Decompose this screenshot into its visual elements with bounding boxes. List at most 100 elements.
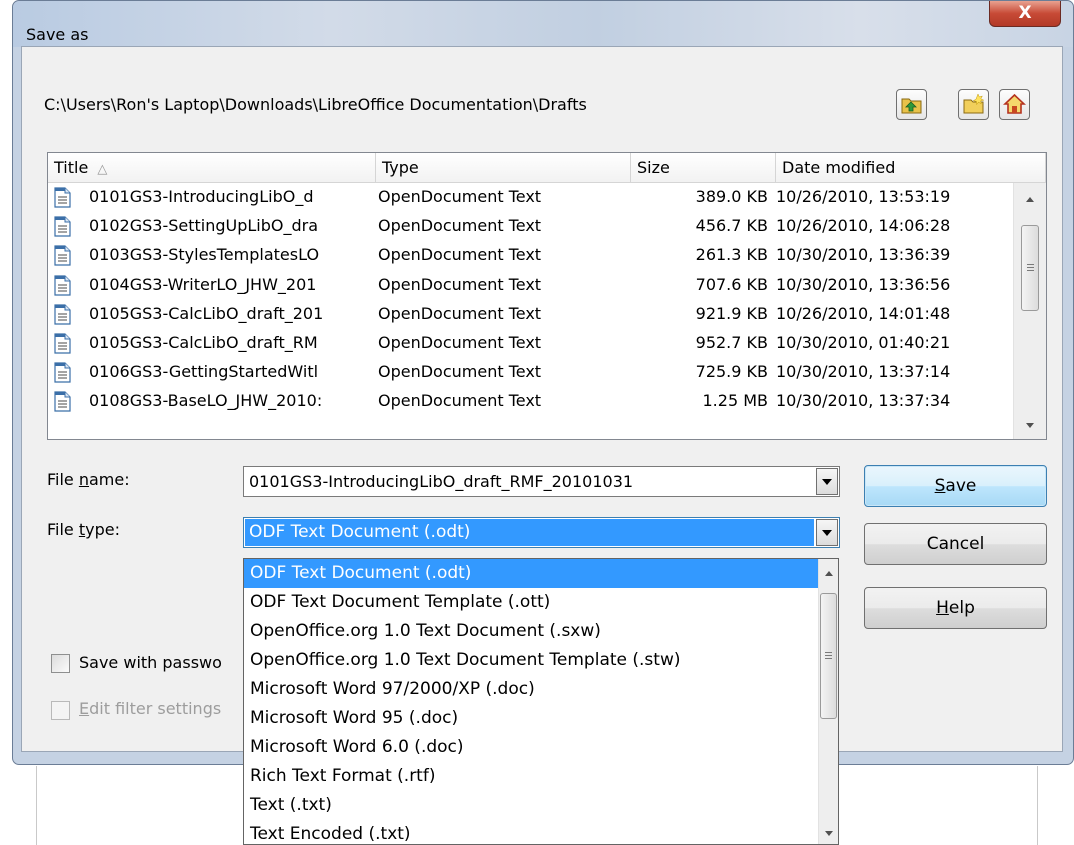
home-icon bbox=[1003, 93, 1026, 114]
file-list[interactable]: Title △ Type Size Date modified 0101GS3-… bbox=[47, 152, 1047, 440]
save-button[interactable]: Save bbox=[864, 465, 1047, 507]
save-with-password-label[interactable]: Save with passwo bbox=[79, 653, 222, 672]
file-row[interactable]: 0106GS3-GettingStartedWitl OpenDocument T… bbox=[48, 358, 1013, 386]
scrollbar-thumb[interactable] bbox=[820, 593, 837, 719]
file-type-option[interactable]: Rich Text Format (.rtf) bbox=[244, 762, 818, 791]
file-type: OpenDocument Text bbox=[378, 391, 542, 411]
file-row[interactable]: 0104GS3-WriterLO_JHW_201 OpenDocument Tex… bbox=[48, 271, 1013, 299]
file-title: 0104GS3-WriterLO_JHW_201 bbox=[89, 274, 317, 294]
file-type-dropdown-button[interactable] bbox=[816, 519, 838, 546]
file-date-modified: 10/30/2010, 13:36:56 bbox=[776, 274, 951, 294]
file-title: 0102GS3-SettingUpLibO_dra bbox=[89, 216, 319, 236]
close-button[interactable]: X bbox=[989, 1, 1061, 27]
sort-ascending-icon: △ bbox=[97, 162, 108, 177]
save-with-password-checkbox[interactable] bbox=[51, 654, 70, 673]
file-list-scrollbar[interactable] bbox=[1013, 183, 1046, 439]
file-size: 725.9 KB bbox=[695, 362, 768, 382]
file-date-modified: 10/26/2010, 13:53:19 bbox=[776, 187, 951, 206]
file-size: 921.9 KB bbox=[695, 303, 768, 323]
dialog-title: Save as bbox=[26, 25, 89, 44]
file-type: OpenDocument Text bbox=[378, 303, 542, 323]
file-row[interactable]: 0105GS3-CalcLibO_draft_201 OpenDocument T… bbox=[48, 300, 1013, 328]
file-type: OpenDocument Text bbox=[378, 216, 542, 236]
file-row[interactable]: 0105GS3-CalcLibO_draft_RM OpenDocument Te… bbox=[48, 329, 1013, 357]
file-size: 952.7 KB bbox=[695, 333, 768, 352]
file-type-option[interactable]: ODF Text Document (.odt) bbox=[244, 559, 818, 588]
document-icon bbox=[54, 245, 71, 266]
file-type-option[interactable]: OpenOffice.org 1.0 Text Document (.sxw) bbox=[244, 617, 818, 646]
scroll-up-icon[interactable] bbox=[1026, 197, 1034, 202]
file-title: 0106GS3-GettingStartedWitl bbox=[89, 362, 319, 382]
scroll-up-icon[interactable] bbox=[824, 571, 833, 576]
file-name-combo[interactable]: 0101GS3-IntroducingLibO_draft_RMF_201010… bbox=[243, 466, 840, 497]
file-title: 0101GS3-IntroducingLibO_d bbox=[89, 187, 314, 206]
column-header-title[interactable]: Title △ bbox=[48, 153, 376, 183]
file-size: 261.3 KB bbox=[695, 245, 768, 265]
chevron-down-icon bbox=[822, 479, 832, 485]
file-type-value: ODF Text Document (.odt) bbox=[249, 522, 471, 542]
file-date-modified: 10/30/2010, 13:37:34 bbox=[776, 391, 951, 411]
file-type: OpenDocument Text bbox=[378, 187, 542, 206]
file-size: 389.0 KB bbox=[695, 187, 768, 206]
file-type-option[interactable]: Microsoft Word 6.0 (.doc) bbox=[244, 733, 818, 762]
file-type: OpenDocument Text bbox=[378, 362, 542, 382]
scroll-down-icon[interactable] bbox=[824, 831, 833, 836]
file-name-label: File name: bbox=[47, 470, 130, 489]
file-date-modified: 10/30/2010, 13:37:14 bbox=[776, 362, 951, 382]
up-one-level-button[interactable] bbox=[896, 89, 927, 120]
file-type-option[interactable]: Microsoft Word 95 (.doc) bbox=[244, 704, 818, 733]
file-type-option[interactable]: OpenOffice.org 1.0 Text Document Templat… bbox=[244, 646, 818, 675]
home-button[interactable] bbox=[999, 89, 1030, 120]
chevron-down-icon bbox=[822, 530, 832, 536]
file-type-label: File type: bbox=[47, 520, 120, 539]
document-icon bbox=[54, 274, 71, 296]
document-icon bbox=[54, 216, 71, 237]
file-type: OpenDocument Text bbox=[378, 333, 542, 352]
column-header-type[interactable]: Type bbox=[376, 153, 631, 183]
help-button[interactable]: Help bbox=[864, 587, 1047, 629]
file-name-dropdown-button[interactable] bbox=[816, 468, 838, 495]
file-name-input[interactable]: 0101GS3-IntroducingLibO_draft_RMF_201010… bbox=[249, 467, 633, 496]
file-type-option[interactable]: ODF Text Document Template (.ott) bbox=[244, 588, 818, 617]
document-icon bbox=[54, 362, 71, 383]
up-one-level-icon bbox=[901, 98, 922, 114]
file-type-option[interactable]: Text (.txt) bbox=[244, 791, 818, 820]
file-size: 707.6 KB bbox=[695, 274, 768, 294]
close-icon: X bbox=[1018, 3, 1032, 23]
create-new-folder-icon bbox=[963, 93, 985, 114]
file-row[interactable]: 0103GS3-StylesTemplatesLO OpenDocument Te… bbox=[48, 241, 1013, 269]
file-type-select[interactable]: ODF Text Document (.odt) bbox=[243, 517, 840, 548]
file-title: 0105GS3-CalcLibO_draft_RM bbox=[89, 333, 318, 352]
cancel-button[interactable]: Cancel bbox=[864, 523, 1047, 565]
column-header-size[interactable]: Size bbox=[631, 153, 776, 183]
current-path: C:\Users\Ron's Laptop\Downloads\LibreOff… bbox=[44, 95, 587, 114]
file-date-modified: 10/30/2010, 01:40:21 bbox=[776, 333, 951, 352]
document-icon bbox=[54, 333, 71, 354]
scrollbar-thumb[interactable] bbox=[1021, 225, 1039, 311]
file-date-modified: 10/26/2010, 14:01:48 bbox=[776, 303, 951, 323]
file-type-option[interactable]: Microsoft Word 97/2000/XP (.doc) bbox=[244, 675, 818, 704]
edit-filter-settings-label: Edit filter settings bbox=[79, 699, 222, 718]
dropdown-scrollbar[interactable] bbox=[818, 559, 838, 844]
document-icon bbox=[54, 304, 71, 325]
file-date-modified: 10/26/2010, 14:06:28 bbox=[776, 216, 951, 236]
scroll-down-icon[interactable] bbox=[1026, 423, 1034, 428]
file-title: 0108GS3-BaseLO_JHW_2010: bbox=[89, 391, 323, 411]
file-size: 456.7 KB bbox=[695, 216, 768, 236]
title-bar: Save as X bbox=[13, 1, 1073, 47]
create-new-folder-button[interactable] bbox=[958, 89, 989, 120]
document-icon bbox=[54, 187, 71, 208]
file-type: OpenDocument Text bbox=[378, 245, 542, 265]
file-type-dropdown-list[interactable]: ODF Text Document (.odt) ODF Text Documen… bbox=[243, 558, 839, 845]
file-type-option[interactable]: Text Encoded (.txt) bbox=[244, 820, 818, 844]
file-row[interactable]: 0108GS3-BaseLO_JHW_2010: OpenDocument Tex… bbox=[48, 387, 1013, 415]
file-title: 0103GS3-StylesTemplatesLO bbox=[89, 245, 320, 265]
file-row[interactable]: 0101GS3-IntroducingLibO_d OpenDocument Te… bbox=[48, 183, 1013, 211]
document-icon bbox=[54, 391, 71, 412]
file-size: 1.25 MB bbox=[702, 391, 769, 411]
file-title: 0105GS3-CalcLibO_draft_201 bbox=[89, 303, 324, 323]
file-date-modified: 10/30/2010, 13:36:39 bbox=[776, 245, 951, 265]
column-header-date-modified[interactable]: Date modified bbox=[776, 153, 1046, 183]
edit-filter-settings-checkbox bbox=[51, 701, 70, 720]
file-row[interactable]: 0102GS3-SettingUpLibO_dra OpenDocument Te… bbox=[48, 212, 1013, 240]
